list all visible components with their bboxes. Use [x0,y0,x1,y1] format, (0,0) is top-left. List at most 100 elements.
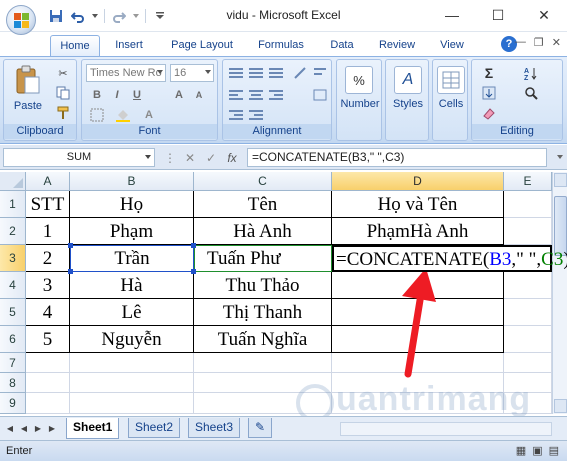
cell-a7[interactable] [26,353,70,373]
cell-a8[interactable] [26,373,70,393]
shrink-font-button[interactable]: A [190,86,208,104]
row-header-3[interactable]: 3 [0,245,26,272]
cell-e2[interactable] [504,218,552,245]
sheet-tab-sheet3[interactable]: Sheet3 [188,418,241,438]
cell-a6[interactable]: 5 [26,326,70,353]
cell-a9[interactable] [26,393,70,414]
normal-view-icon[interactable]: ▦ [516,444,526,457]
cancel-entry-icon[interactable]: ✕ [182,150,198,166]
prev-sheet-icon[interactable]: ◀ [18,423,30,435]
cell-b5[interactable]: Lê [70,299,194,326]
cell-d3-editing[interactable]: =CONCATENATE(B3," ",C3) [332,245,567,272]
bold-button[interactable]: B [88,86,106,104]
tab-view[interactable]: View [432,35,472,56]
number-format-icon[interactable]: % [345,66,373,94]
range-handle-b3-bl[interactable] [68,269,73,274]
copy-icon[interactable] [54,84,72,102]
cut-icon[interactable]: ✂ [54,64,72,82]
fill-color-icon[interactable] [114,106,132,124]
insert-function-icon[interactable]: fx [224,150,240,166]
column-header-c[interactable]: C [194,172,332,191]
cell-e5[interactable] [504,299,552,326]
cell-a4[interactable]: 3 [26,272,70,299]
minimize-icon[interactable]: — [429,0,475,30]
select-all-corner[interactable] [0,172,26,191]
cell-a1[interactable]: STT [26,191,70,218]
row-header-7[interactable]: 7 [0,353,26,373]
row-header-2[interactable]: 2 [0,218,26,245]
formula-bar-expand-arrow-icon[interactable] [557,155,563,159]
range-handle-b3-tl[interactable] [68,243,73,248]
cell-c5[interactable]: Thị Thanh [194,299,332,326]
cell-b8[interactable] [70,373,194,393]
increase-indent-icon[interactable] [247,106,265,124]
insert-sheet-icon[interactable]: ✎ [248,418,272,438]
cell-c2[interactable]: Hà Anh [194,218,332,245]
workbook-minimize-icon[interactable]: — [515,36,526,49]
orientation-icon[interactable] [291,64,309,82]
page-layout-view-icon[interactable]: ▣ [532,444,542,457]
formula-input[interactable]: =CONCATENATE(B3," ",C3) [247,148,547,167]
cell-e7[interactable] [504,353,552,373]
cell-a5[interactable]: 4 [26,299,70,326]
workbook-restore-icon[interactable]: ❐ [534,36,544,49]
tab-formulas[interactable]: Formulas [250,35,312,56]
cell-c3[interactable]: Tuấn Phư [194,245,332,272]
cell-b9[interactable] [70,393,194,414]
tab-home[interactable]: Home [50,35,100,56]
clear-icon[interactable] [480,104,498,122]
italic-button[interactable]: I [108,86,126,104]
format-painter-icon[interactable] [54,104,72,122]
column-header-a[interactable]: A [26,172,70,191]
name-box[interactable]: SUM [3,148,155,167]
confirm-entry-icon[interactable]: ✓ [203,150,219,166]
align-bottom-icon[interactable] [267,64,285,82]
merge-center-icon[interactable] [311,86,329,104]
sort-filter-icon[interactable]: AZ [522,64,540,82]
align-right-icon[interactable] [267,86,285,104]
cell-b4[interactable]: Hà [70,272,194,299]
horizontal-scrollbar[interactable] [340,422,552,436]
column-header-e[interactable]: E [504,172,552,191]
font-color-icon[interactable]: A [140,106,158,124]
cell-d2[interactable]: PhạmHà Anh [332,218,504,245]
office-button[interactable] [6,5,36,35]
sheet-tab-sheet2[interactable]: Sheet2 [128,418,181,438]
align-left-icon[interactable] [227,86,245,104]
row-header-9[interactable]: 9 [0,393,26,414]
cell-c6[interactable]: Tuấn Nghĩa [194,326,332,353]
tab-insert[interactable]: Insert [106,35,152,56]
row-header-1[interactable]: 1 [0,191,26,218]
sheet-tab-sheet1[interactable]: Sheet1 [66,418,120,439]
borders-icon[interactable] [88,106,106,124]
font-name-combo[interactable]: Times New Ro [86,64,166,82]
cells-icon[interactable] [437,66,465,94]
row-header-8[interactable]: 8 [0,373,26,393]
page-break-view-icon[interactable]: ▤ [549,444,559,457]
cell-c4[interactable]: Thu Thảo [194,272,332,299]
cell-e1[interactable] [504,191,552,218]
cell-b7[interactable] [70,353,194,373]
font-size-combo[interactable]: 16 [170,64,214,82]
paste-icon[interactable] [14,64,42,96]
cell-c1[interactable]: Tên [194,191,332,218]
cells-button[interactable]: Cells [433,98,469,110]
underline-button[interactable]: U [128,86,146,104]
scroll-up-button[interactable] [554,173,567,187]
cell-a2[interactable]: 1 [26,218,70,245]
column-header-b[interactable]: B [70,172,194,191]
tab-review[interactable]: Review [370,35,424,56]
cell-e4[interactable] [504,272,552,299]
find-select-icon[interactable] [522,84,540,102]
paste-button[interactable]: Paste [8,100,48,112]
align-middle-icon[interactable] [247,64,265,82]
column-header-d[interactable]: D [332,172,504,191]
cell-a3[interactable]: 2 [26,245,70,272]
close-icon[interactable]: ✕ [521,0,567,30]
align-top-icon[interactable] [227,64,245,82]
styles-icon[interactable]: A [394,66,422,94]
worksheet-grid[interactable]: A B C D E 1 2 3 4 5 6 7 8 9 STT Họ Tên H… [0,172,567,414]
decrease-indent-icon[interactable] [227,106,245,124]
row-header-4[interactable]: 4 [0,272,26,299]
next-sheet-icon[interactable]: ▶ [32,423,44,435]
